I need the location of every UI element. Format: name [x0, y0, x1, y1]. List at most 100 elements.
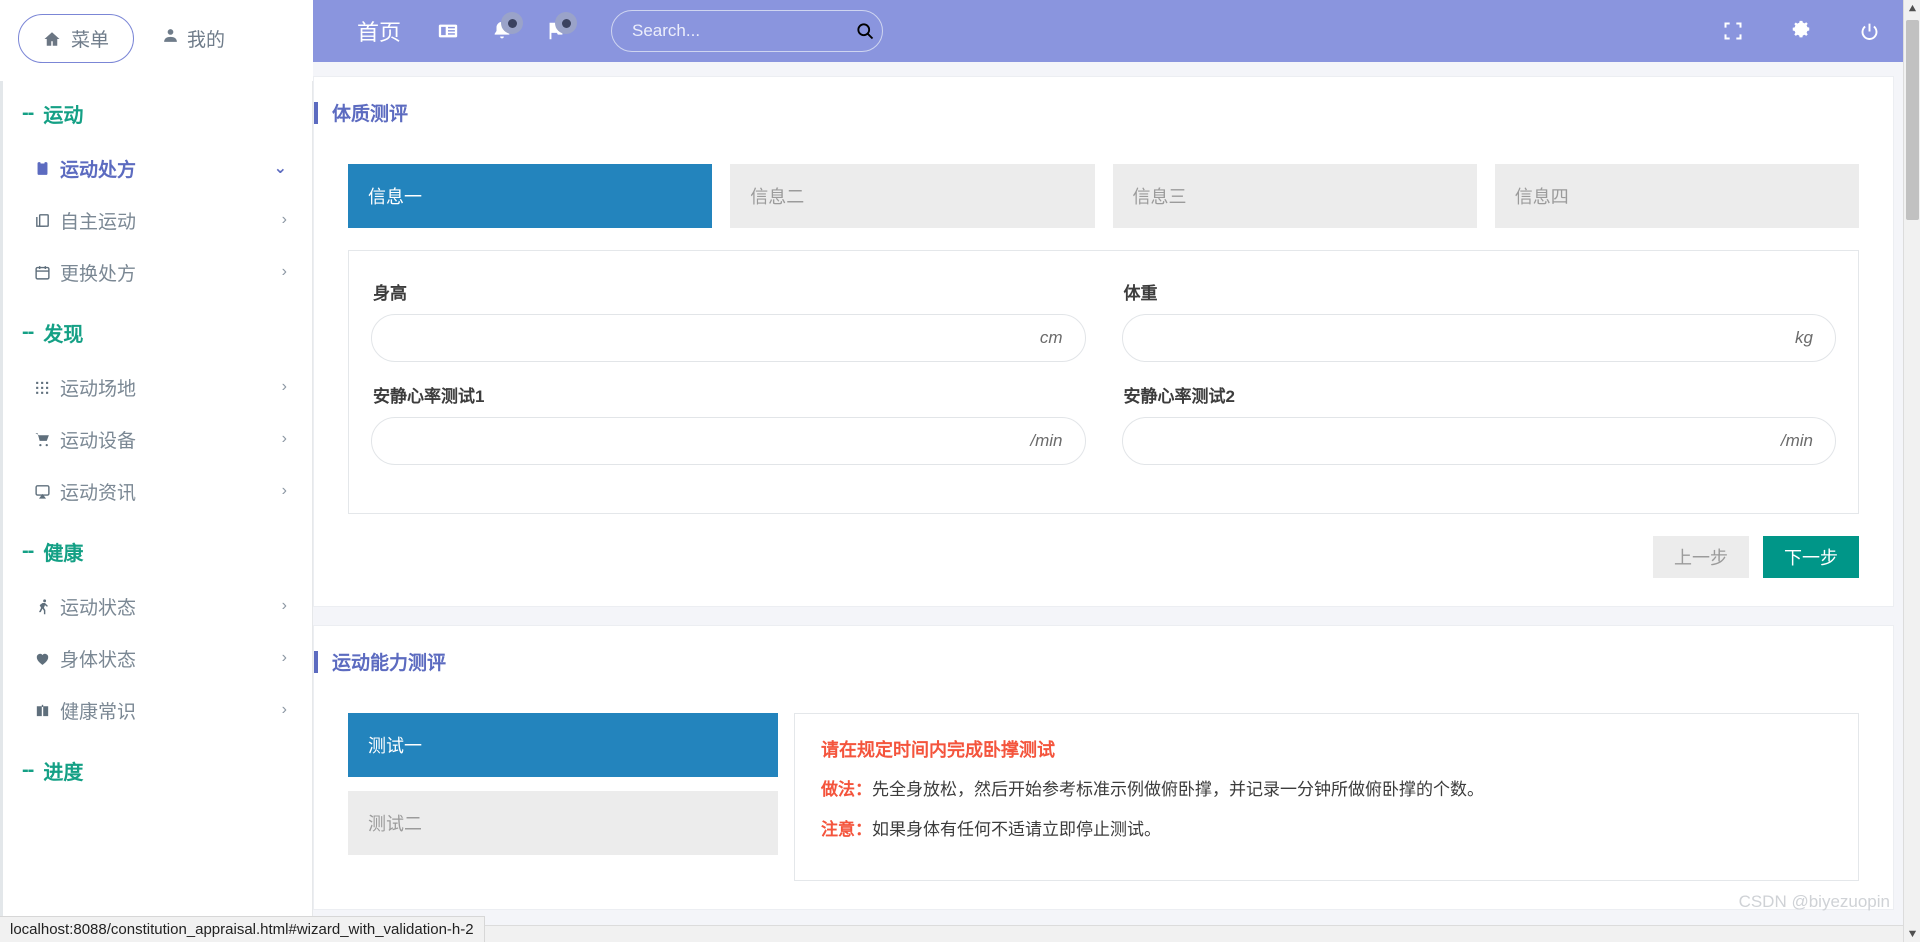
field-label: 安静心率测试1 [373, 387, 485, 406]
resting-hr-1-input[interactable] [394, 431, 1031, 451]
chevron-right-icon: › [281, 597, 287, 614]
resting-hr-1-input-wrap[interactable]: /min [371, 417, 1086, 465]
next-step-button[interactable]: 下一步 [1763, 536, 1859, 578]
sidebar-item-label: 健康常识 [60, 701, 137, 723]
sidebar-item-change-prescription[interactable]: 更换处方 › [0, 246, 313, 298]
app-root: 菜单 我的 -- 运动 运动处方 ⌄ 自主运动 › 更换处方 › -- 发现 运… [0, 0, 1920, 942]
chevron-right-icon: › [281, 482, 287, 499]
chevron-right-icon: › [281, 211, 287, 228]
ability-body: 测试一 测试二 请在规定时间内完成卧撑测试 做法：先全身放松，然后开始参考标准示… [348, 713, 1859, 881]
mine-button[interactable]: 我的 [144, 15, 243, 62]
fullscreen-icon[interactable] [1710, 8, 1756, 54]
nav-group-label: 发现 [43, 324, 84, 346]
book-icon [34, 702, 60, 719]
browser-vertical-scrollbar[interactable] [1903, 0, 1920, 942]
sidebar-item-health-knowledge[interactable]: 健康常识 › [0, 684, 313, 736]
sidebar-nav: -- 运动 运动处方 ⌄ 自主运动 › 更换处方 › -- 发现 运动场地 › … [0, 73, 313, 942]
resting-hr-2-input[interactable] [1144, 431, 1781, 451]
dash-icon: -- [22, 759, 34, 781]
wizard-buttons: 上一步 下一步 [314, 514, 1893, 578]
search-box[interactable] [611, 10, 884, 52]
tab-info-1[interactable]: 信息一 [348, 164, 713, 228]
nav-group-label: 进度 [43, 762, 84, 784]
power-icon[interactable] [1846, 8, 1892, 54]
sidebar-item-label: 运动状态 [60, 597, 137, 619]
bell-icon[interactable] [479, 8, 525, 54]
search-icon[interactable] [853, 12, 876, 50]
copy-icon [34, 212, 60, 229]
grid-icon [34, 379, 60, 396]
sidebar-item-venue[interactable]: 运动场地 › [0, 361, 313, 413]
sidebar-item-news[interactable]: 运动资讯 › [0, 465, 313, 517]
chevron-right-icon: › [281, 263, 287, 280]
weight-input[interactable] [1144, 328, 1796, 348]
unit-label: cm [1039, 328, 1063, 347]
content-scroll-area[interactable]: 体质测评 信息一 信息二 信息三 信息四 身高 cm 体重 kg 安静心率测试1… [313, 62, 1920, 942]
field-label: 身高 [373, 284, 407, 303]
prev-step-button[interactable]: 上一步 [1653, 536, 1749, 578]
form-row: 身高 cm 体重 kg [371, 273, 1836, 362]
bell-badge [501, 12, 524, 34]
tab-test-1[interactable]: 测试一 [348, 713, 778, 777]
unit-label: /min [1030, 431, 1063, 450]
instruction-key: 注意： [821, 819, 872, 839]
clipboard-icon [34, 160, 60, 177]
flag-icon[interactable] [533, 8, 579, 54]
field-label: 安静心率测试2 [1123, 387, 1235, 406]
nav-group-title-sport: -- 运动 [0, 79, 313, 142]
sidebar-item-self-exercise[interactable]: 自主运动 › [0, 194, 313, 246]
instruction-heading: 请在规定时间内完成卧撑测试 [821, 740, 1055, 760]
page-title: 体质测评 [332, 104, 409, 125]
height-input-wrap[interactable]: cm [371, 314, 1086, 362]
scrollbar-thumb[interactable] [1906, 20, 1919, 220]
instruction-line: 注意：如果身体有任何不适请立即停止测试。 [821, 818, 1832, 842]
instruction-key: 做法： [821, 780, 872, 799]
sidebar-item-label: 运动资讯 [60, 482, 137, 504]
scroll-up-arrow-icon[interactable] [1904, 0, 1920, 17]
resting-hr-2-input-wrap[interactable]: /min [1121, 417, 1836, 465]
constitution-form: 身高 cm 体重 kg 安静心率测试1 /min 安静心率测试2 /min [348, 250, 1859, 514]
chevron-right-icon: › [281, 378, 287, 395]
sidebar-item-sport-status[interactable]: 运动状态 › [0, 580, 313, 632]
book-open-icon[interactable] [425, 8, 471, 54]
heart-icon [34, 650, 60, 667]
tab-info-2[interactable]: 信息二 [730, 164, 1095, 228]
tab-info-4[interactable]: 信息四 [1494, 164, 1859, 228]
constitution-card-header: 体质测评 [314, 77, 1893, 136]
title-accent-bar [314, 650, 318, 673]
chevron-right-icon: › [281, 430, 287, 447]
menu-button[interactable]: 菜单 [18, 14, 135, 63]
tab-test-2[interactable]: 测试二 [348, 791, 778, 855]
cart-icon [34, 431, 60, 448]
calendar-icon [34, 264, 60, 281]
gear-icon[interactable] [1778, 8, 1824, 54]
sidebar-item-sport-prescription[interactable]: 运动处方 ⌄ [0, 142, 313, 194]
sidebar-item-equipment[interactable]: 运动设备 › [0, 413, 313, 465]
ability-title: 运动能力测评 [332, 653, 447, 674]
search-input[interactable] [632, 21, 854, 41]
nav-group-title-progress: -- 进度 [0, 736, 313, 799]
home-link[interactable]: 首页 [341, 15, 417, 47]
ability-instruction-panel: 请在规定时间内完成卧撑测试 做法：先全身放松，然后开始参考标准示例做俯卧撑，并记… [794, 713, 1859, 881]
dash-icon: -- [22, 540, 34, 562]
chevron-right-icon: › [281, 649, 287, 666]
tab-info-3[interactable]: 信息三 [1112, 164, 1477, 228]
weight-input-wrap[interactable]: kg [1121, 314, 1836, 362]
nav-group-title-health: -- 健康 [0, 517, 313, 580]
field-weight: 体重 kg [1121, 273, 1836, 362]
dash-icon: -- [22, 102, 34, 124]
nav-group-title-discover: -- 发现 [0, 298, 313, 361]
sidebar-item-body-status[interactable]: 身体状态 › [0, 632, 313, 684]
nav-group-label: 运动 [43, 105, 84, 127]
sidebar-item-label: 更换处方 [60, 263, 137, 285]
chevron-down-icon: ⌄ [273, 160, 287, 177]
instruction-line: 做法：先全身放松，然后开始参考标准示例做俯卧撑，并记录一分钟所做俯卧撑的个数。 [821, 778, 1832, 802]
status-bar: localhost:8088/constitution_appraisal.ht… [0, 916, 485, 942]
height-input[interactable] [394, 328, 1040, 348]
title-accent-bar [314, 101, 318, 124]
scroll-down-arrow-icon[interactable] [1904, 925, 1920, 942]
unit-label: /min [1780, 431, 1813, 450]
field-resting-hr-2: 安静心率测试2 /min [1121, 376, 1836, 465]
sidebar-item-label: 运动场地 [60, 378, 137, 400]
mine-button-label: 我的 [187, 30, 226, 51]
